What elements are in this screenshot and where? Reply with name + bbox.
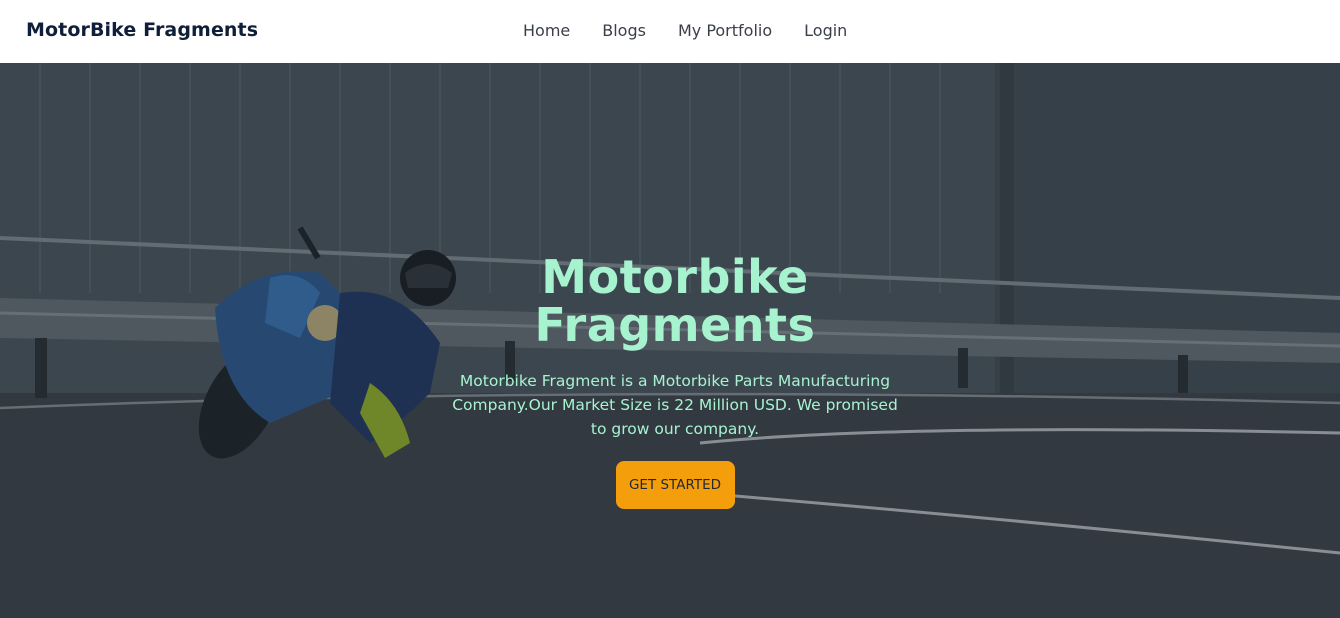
hero-content: Motorbike Fragments Motorbike Fragment i… (440, 253, 910, 509)
nav-link-login[interactable]: Login (804, 21, 847, 40)
hero-title-line-2: Fragments (534, 298, 816, 352)
nav-link-home[interactable]: Home (523, 21, 570, 40)
hero-description: Motorbike Fragment is a Motorbike Parts … (452, 372, 898, 438)
nav-link-blogs[interactable]: Blogs (602, 21, 646, 40)
nav-link-portfolio[interactable]: My Portfolio (678, 21, 772, 40)
get-started-button[interactable]: GET STARTED (615, 461, 735, 509)
hero-title-line-1: Motorbike (541, 250, 809, 304)
main-nav: Home Blogs My Portfolio Login (523, 21, 847, 40)
hero-title: Motorbike Fragments (440, 253, 910, 349)
brand-logo-text[interactable]: MotorBike Fragments (26, 19, 258, 41)
hero-banner: Motorbike Fragments Motorbike Fragment i… (0, 63, 1340, 618)
navbar: MotorBike Fragments Home Blogs My Portfo… (0, 0, 1340, 63)
